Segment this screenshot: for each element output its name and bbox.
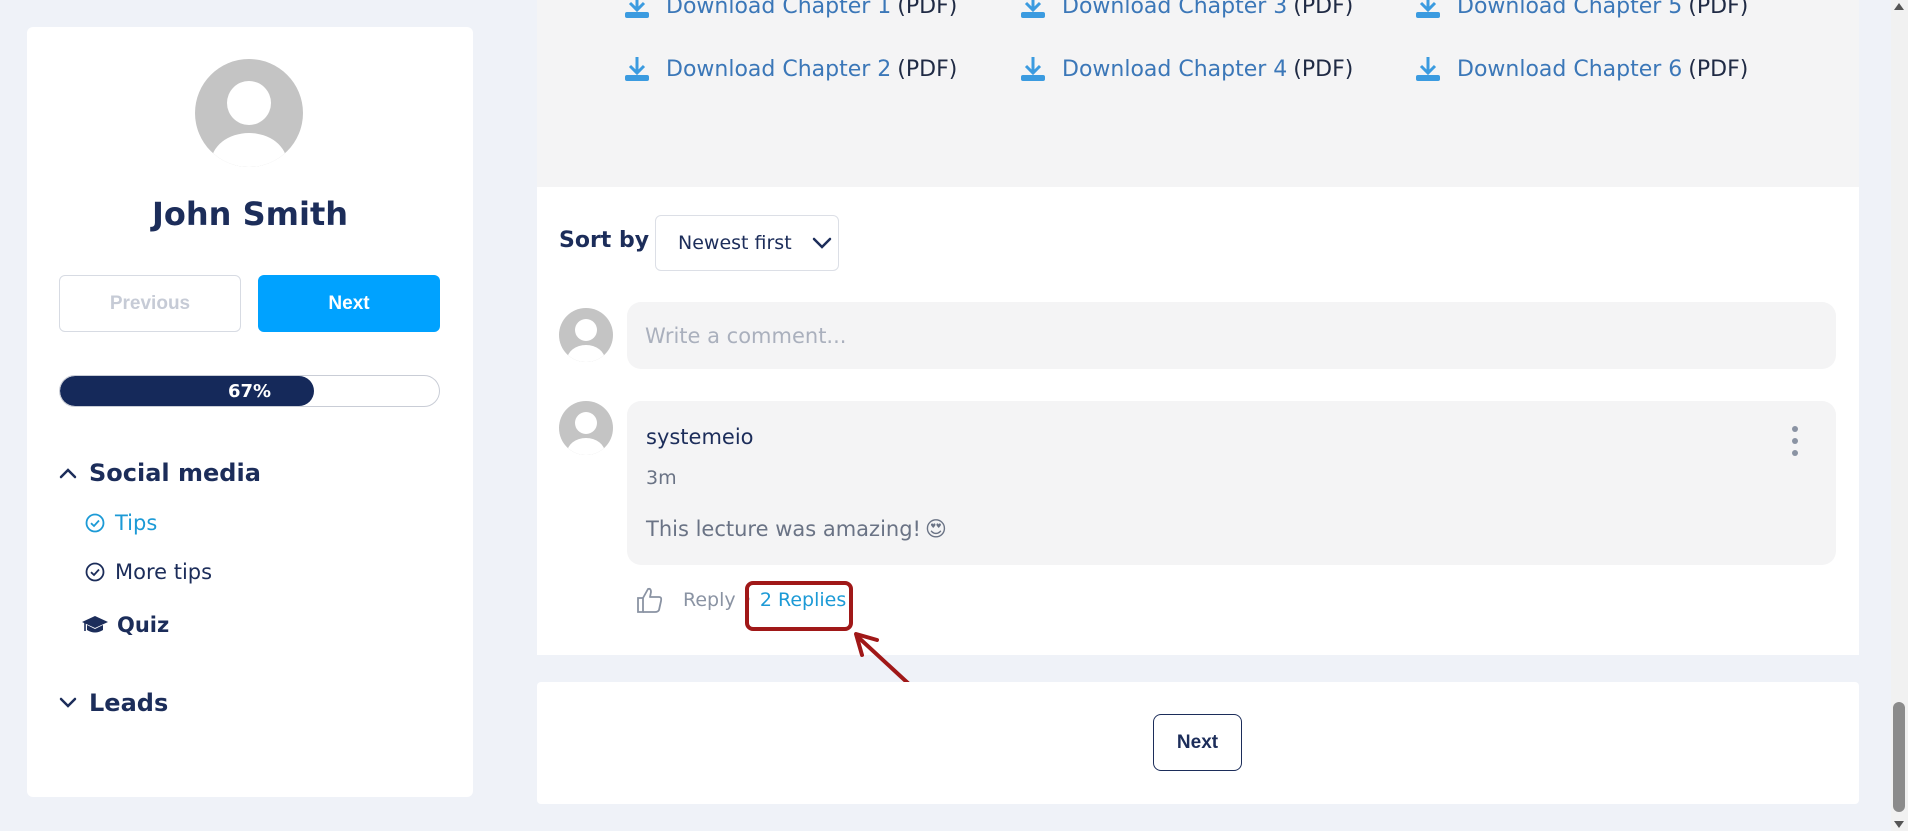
comment-body: This lecture was amazing! — [646, 517, 921, 541]
sort-value: Newest first — [678, 232, 792, 254]
like-icon[interactable] — [635, 585, 665, 615]
chevron-down-icon — [59, 697, 77, 708]
more-options-icon[interactable] — [1788, 425, 1802, 457]
previous-button[interactable]: Previous — [59, 275, 241, 332]
download-item[interactable]: Download Chapter 5 (PDF) — [1413, 0, 1748, 20]
download-icon — [1416, 0, 1440, 18]
download-item[interactable]: Download Chapter 6 (PDF) — [1413, 55, 1748, 83]
download-item[interactable]: Download Chapter 3 (PDF) — [1018, 0, 1353, 20]
lesson-label: Tips — [115, 511, 158, 535]
download-icon — [1021, 0, 1045, 18]
chevron-up-icon — [59, 468, 77, 479]
comment-input[interactable] — [627, 302, 1836, 369]
section-title: Leads — [89, 689, 169, 717]
download-link[interactable]: Download Chapter 1 — [666, 0, 891, 19]
comment-author: systemeio — [646, 425, 754, 449]
progress-fill — [60, 376, 314, 406]
sort-select[interactable]: Newest first — [655, 215, 839, 271]
commenter-avatar — [559, 401, 613, 455]
download-item[interactable]: Download Chapter 4 (PDF) — [1018, 55, 1353, 83]
lesson-label: More tips — [115, 560, 213, 584]
lesson-label: Quiz — [117, 613, 170, 637]
section-leads[interactable]: Leads — [59, 689, 168, 717]
emoji-heart-eyes: 😍 — [924, 517, 947, 541]
download-suffix: (PDF) — [897, 56, 958, 82]
download-suffix: (PDF) — [1688, 0, 1749, 19]
download-suffix: (PDF) — [1688, 56, 1749, 82]
reply-button[interactable]: Reply — [683, 589, 736, 611]
scroll-down-icon[interactable] — [1894, 821, 1904, 828]
comment-text: This lecture was amazing! 😍 — [646, 517, 947, 541]
check-circle-icon — [85, 562, 105, 582]
next-lesson-card: Next — [537, 682, 1859, 804]
download-icon — [625, 0, 649, 18]
graduation-cap-icon — [82, 616, 108, 633]
section-social-media[interactable]: Social media — [59, 459, 261, 487]
download-link[interactable]: Download Chapter 5 — [1457, 0, 1682, 19]
download-link[interactable]: Download Chapter 2 — [666, 57, 891, 82]
download-link[interactable]: Download Chapter 4 — [1062, 57, 1287, 82]
download-icon — [1416, 57, 1440, 81]
download-suffix: (PDF) — [1293, 0, 1354, 19]
lesson-tips[interactable]: Tips — [85, 511, 157, 535]
section-title: Social media — [89, 459, 261, 487]
check-circle-icon — [85, 513, 105, 533]
user-avatar — [195, 59, 303, 167]
comment-time: 3m — [646, 467, 677, 489]
scroll-up-icon[interactable] — [1894, 3, 1904, 10]
current-user-avatar — [559, 308, 613, 362]
download-icon — [625, 57, 649, 81]
download-item[interactable]: Download Chapter 2 (PDF) — [622, 55, 957, 83]
lesson-quiz[interactable]: Quiz — [81, 613, 169, 637]
download-suffix: (PDF) — [1293, 56, 1354, 82]
course-progress-bar — [59, 375, 440, 407]
course-sidebar: John Smith Previous Next 67% Social medi… — [27, 27, 473, 797]
comment-bubble: systemeio 3m This lecture was amazing! 😍 — [627, 401, 1836, 565]
user-name: John Smith — [151, 195, 349, 233]
lesson-more-tips[interactable]: More tips — [85, 560, 212, 584]
download-icon — [1021, 57, 1045, 81]
sort-label: Sort by — [559, 228, 650, 253]
download-item[interactable]: Download Chapter 1 (PDF) — [622, 0, 957, 20]
download-link[interactable]: Download Chapter 6 — [1457, 57, 1682, 82]
vertical-scrollbar[interactable] — [1891, 0, 1908, 831]
annotation-highlight-box — [745, 581, 853, 631]
download-suffix: (PDF) — [897, 0, 958, 19]
download-link[interactable]: Download Chapter 3 — [1062, 0, 1287, 19]
next-lesson-button[interactable]: Next — [1153, 714, 1242, 771]
next-button[interactable]: Next — [258, 275, 440, 332]
chevron-down-icon — [812, 237, 831, 249]
scrollbar-thumb[interactable] — [1893, 702, 1905, 812]
downloads-area — [537, 0, 1859, 187]
comments-card: Sort by Newest first systemeio 3m This l… — [537, 187, 1859, 655]
